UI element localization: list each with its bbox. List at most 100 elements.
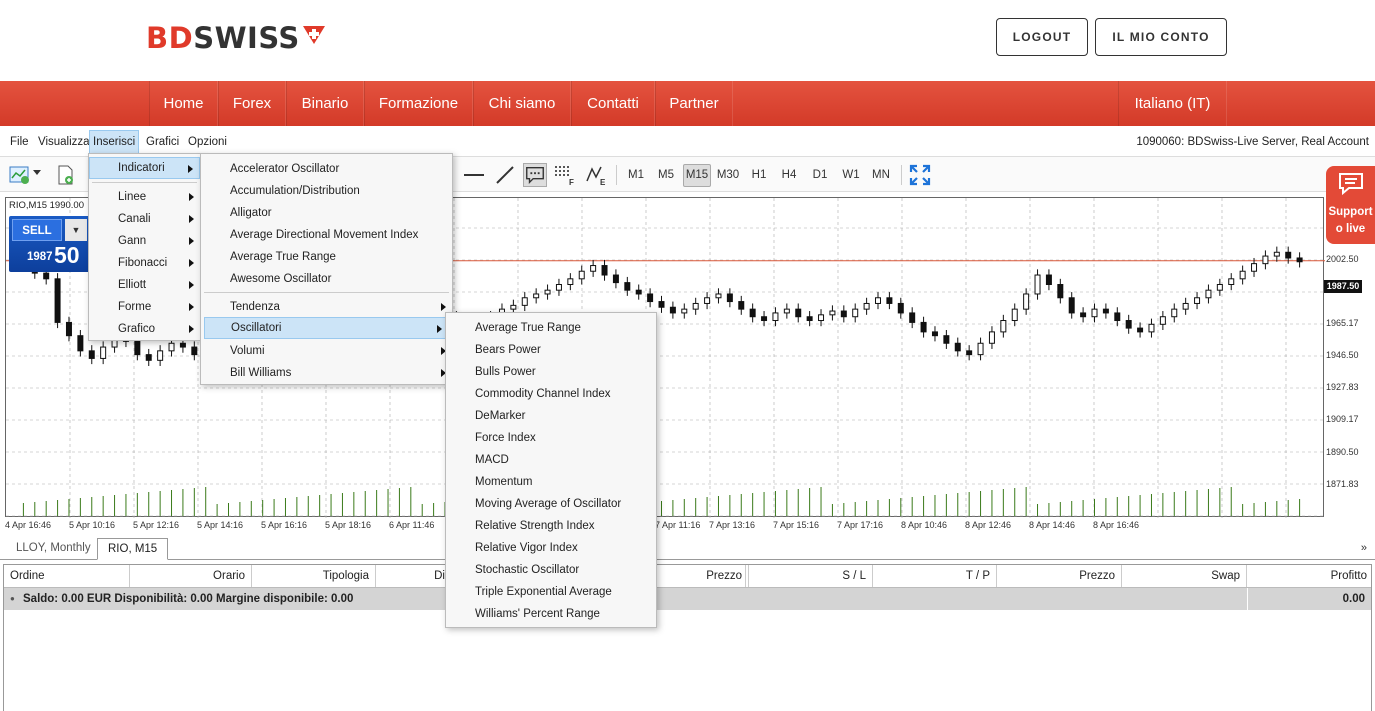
menu-item-osma[interactable]: Moving Average of Oscillator: [446, 493, 656, 515]
col-take-profit[interactable]: T / P: [873, 565, 997, 587]
submenu-arrow-icon: [189, 193, 194, 201]
candle-body: [954, 342, 961, 352]
menu-item-adx[interactable]: Average Directional Movement Index: [201, 224, 452, 246]
menu-item-williams-r[interactable]: Williams' Percent Range: [446, 603, 656, 625]
menu-visualizza[interactable]: Visualizza: [35, 130, 93, 154]
timeframe-m5[interactable]: M5: [652, 164, 680, 187]
timeframe-h1[interactable]: H1: [745, 164, 773, 187]
menu-item-accelerator-oscillator[interactable]: Accelerator Oscillator: [201, 158, 452, 180]
x-tick: 7 Apr 13:16: [709, 520, 756, 530]
menu-opzioni[interactable]: Opzioni: [185, 130, 230, 154]
elliott-icon[interactable]: E: [585, 163, 609, 187]
timeframe-mn[interactable]: MN: [867, 164, 895, 187]
menu-item-atr[interactable]: Average True Range: [446, 317, 656, 339]
collapse-icon[interactable]: ●: [10, 588, 15, 610]
menu-item-bill-williams[interactable]: Bill Williams: [201, 362, 452, 384]
menu-item-cci[interactable]: Commodity Channel Index: [446, 383, 656, 405]
menu-item-fibonacci[interactable]: Fibonacci: [89, 252, 200, 274]
tabs-more-icon[interactable]: »: [1361, 542, 1367, 554]
menu-item-elliott[interactable]: Elliott: [89, 274, 200, 296]
menu-item-alligator[interactable]: Alligator: [201, 202, 452, 224]
col-stop-loss[interactable]: S / L: [749, 565, 873, 587]
menu-item-forme[interactable]: Forme: [89, 296, 200, 318]
menu-item-tendenza[interactable]: Tendenza: [201, 296, 452, 318]
nav-item-chi-siamo[interactable]: Chi siamo: [473, 81, 571, 126]
menu-item-awesome-oscillator[interactable]: Awesome Oscillator: [201, 268, 452, 290]
orders-header: Ordine Orario Tipologia Di Prezzo S / L …: [4, 565, 1371, 588]
timeframe-m1[interactable]: M1: [622, 164, 650, 187]
x-tick: 5 Apr 10:16: [69, 520, 116, 530]
tab-rio-m15[interactable]: RIO, M15: [97, 538, 169, 560]
menu-item-trix[interactable]: Triple Exponential Average: [446, 581, 656, 603]
menu-item-indicatori[interactable]: Indicatori: [89, 157, 200, 179]
menu-item-bulls-power[interactable]: Bulls Power: [446, 361, 656, 383]
tab-lloy-monthly[interactable]: LLOY, Monthly: [6, 538, 101, 560]
menu-item-oscillatori[interactable]: Oscillatori: [204, 317, 449, 339]
col-tipologia[interactable]: Tipologia: [252, 565, 376, 587]
timeframe-m15[interactable]: M15: [683, 164, 711, 187]
fullscreen-icon[interactable]: [908, 163, 932, 187]
nav-item-contatti[interactable]: Contatti: [571, 81, 655, 126]
horizontal-line-icon[interactable]: [462, 163, 486, 187]
chart-dropdown-icon[interactable]: [33, 170, 41, 175]
support-live-button[interactable]: Support o live: [1326, 166, 1375, 244]
menu-item-macd[interactable]: MACD: [446, 449, 656, 471]
trend-line-icon[interactable]: [493, 163, 517, 187]
menu-item-demarker[interactable]: DeMarker: [446, 405, 656, 427]
menu-item-stochastic[interactable]: Stochastic Oscillator: [446, 559, 656, 581]
nav-item-binario[interactable]: Binario: [286, 81, 364, 126]
logout-button[interactable]: LOGOUT: [996, 18, 1088, 56]
nav-item-partner[interactable]: Partner: [655, 81, 733, 126]
menu-item-rsi[interactable]: Relative Strength Index: [446, 515, 656, 537]
col-ordine[interactable]: Ordine: [4, 565, 130, 587]
candle-body: [100, 346, 107, 359]
candle-body: [65, 321, 72, 337]
menu-item-volumi[interactable]: Volumi: [201, 340, 452, 362]
menu-item-linee[interactable]: Linee: [89, 186, 200, 208]
menu-item-rvi[interactable]: Relative Vigor Index: [446, 537, 656, 559]
menu-item-canali[interactable]: Canali: [89, 208, 200, 230]
text-comment-icon[interactable]: [523, 163, 547, 187]
timeframe-h4[interactable]: H4: [775, 164, 803, 187]
candle-body: [818, 314, 825, 322]
language-selector[interactable]: Italiano (IT): [1118, 81, 1227, 126]
candle-body: [931, 331, 938, 337]
menu-item-bears-power[interactable]: Bears Power: [446, 339, 656, 361]
timeframe-m30[interactable]: M30: [714, 164, 742, 187]
menu-item-accumulation-distribution[interactable]: Accumulation/Distribution: [201, 180, 452, 202]
balance-divider: [1247, 588, 1248, 610]
candle-body: [977, 342, 984, 356]
menu-item-grafico[interactable]: Grafico: [89, 318, 200, 340]
menu-file[interactable]: File: [7, 130, 32, 154]
x-tick: 8 Apr 14:46: [1029, 520, 1076, 530]
my-account-button[interactable]: IL MIO CONTO: [1095, 18, 1227, 56]
bdswiss-logo[interactable]: BD SWISS: [146, 21, 327, 55]
timeframe-d1[interactable]: D1: [806, 164, 834, 187]
nav-item-home[interactable]: Home: [149, 81, 218, 126]
menu-inserisci[interactable]: Inserisci: [89, 130, 140, 154]
col-orario[interactable]: Orario: [130, 565, 252, 587]
sell-button[interactable]: SELL: [12, 219, 62, 241]
trade-dropdown-icon[interactable]: ▼: [65, 219, 87, 241]
menu-grafici[interactable]: Grafici: [143, 130, 182, 154]
col-swap[interactable]: Swap: [1122, 565, 1247, 587]
candle-body: [1023, 293, 1030, 310]
menu-item-force-index[interactable]: Force Index: [446, 427, 656, 449]
nav-item-formazione[interactable]: Formazione: [364, 81, 473, 126]
fibonacci-icon[interactable]: F: [553, 163, 577, 187]
col-prezzo[interactable]: Prezzo: [997, 565, 1122, 587]
chart-window-icon[interactable]: [8, 163, 32, 187]
candle-body: [1194, 297, 1201, 304]
menu-item-momentum[interactable]: Momentum: [446, 471, 656, 493]
menu-item-average-true-range[interactable]: Average True Range: [201, 246, 452, 268]
menu-item-gann[interactable]: Gann: [89, 230, 200, 252]
nav-item-forex[interactable]: Forex: [218, 81, 286, 126]
y-tick: 1890.50: [1326, 447, 1359, 457]
timeframe-w1[interactable]: W1: [837, 164, 865, 187]
candle-body: [761, 316, 768, 322]
toolbar-separator: [616, 165, 617, 185]
candle-body: [1296, 257, 1303, 263]
candle-body: [601, 265, 608, 276]
new-document-icon[interactable]: [54, 163, 78, 187]
col-profitto[interactable]: Profitto: [1247, 565, 1373, 587]
